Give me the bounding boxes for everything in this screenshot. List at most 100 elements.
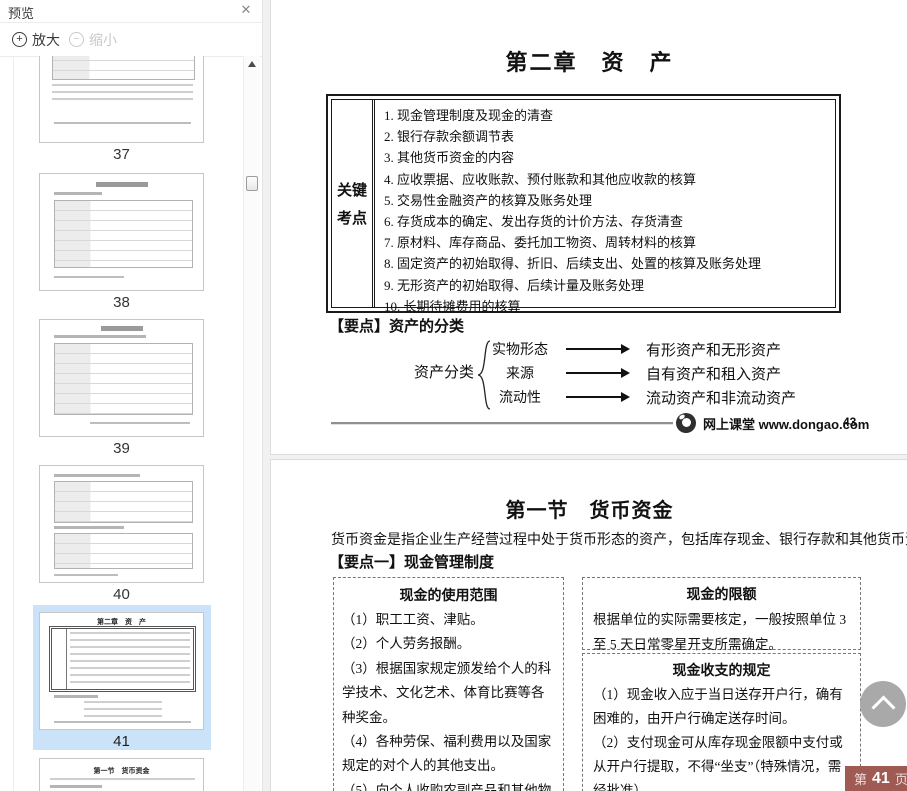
- thumbnail-page-37[interactable]: 37: [39, 56, 204, 163]
- cash-rules-box: 现金收支的规定 （1）现金收入应于当日送存开户行，确有困难的，由开户行确定送存时…: [582, 653, 861, 791]
- branch-result: 有形资产和无形资产: [646, 342, 782, 359]
- cash-usage-box: 现金的使用范围 （1）职工工资、津贴。 （2）个人劳务报酬。 （3）根据国家规定…: [333, 577, 564, 791]
- keypoint-item: 5. 交易性金融资产的核算及账务处理: [384, 192, 593, 208]
- keypoint-item: 6. 存货成本的确定、发出存货的计价方法、存货清查: [384, 214, 684, 230]
- thumbnail-list: 37 38 39 40 第二章 资 产 41 第一节 货币资金: [0, 56, 242, 791]
- thumbnail-image: 第二章 资 产: [39, 612, 204, 730]
- keypoints-label-line2: 考点: [336, 211, 367, 227]
- zoom-in-button[interactable]: 放大: [12, 30, 60, 50]
- thumbnail-page-42[interactable]: 第一节 货币资金: [39, 758, 204, 791]
- sketch-footer: [54, 574, 118, 576]
- sketch-bar: [54, 526, 124, 529]
- document-page-44: 第一节 货币资金 货币资金是指企业生产经营过程中处于货币形态的资产，包括库存现金…: [270, 459, 907, 791]
- section-title: 第一节 货币资金: [505, 500, 674, 522]
- mini-box-cell: [52, 629, 67, 689]
- zoom-out-button[interactable]: 缩小: [69, 30, 117, 50]
- thumbnail-image: 第一节 货币资金: [39, 758, 204, 791]
- cash-usage-item: （2）个人劳务报酬。: [342, 636, 471, 652]
- keypoints-box-inner: 关键 考点 1. 现金管理制度及现金的清查 2. 银行存款余额调节表 3. 其他…: [331, 99, 836, 314]
- keypoint-item: 2. 银行存款余额调节表: [384, 129, 515, 145]
- thumbnail-page-39[interactable]: 39: [39, 319, 204, 457]
- sketch-footer: [54, 122, 191, 124]
- scrollbar-thumb[interactable]: [246, 176, 258, 191]
- cash-management-heading: 【要点一】现金管理制度: [329, 554, 495, 571]
- cash-limit-text: 根据单位的实际需要核定，一般按照单位 3 至 5 天日常零星开支所需确定。: [593, 612, 847, 652]
- sketch-lines: [52, 84, 193, 102]
- branch-label: 流动性: [499, 391, 541, 406]
- cash-rules-item: （1）现金收入应于当日送存开户行，确有困难的，由开户行确定送存时间。: [593, 687, 843, 726]
- keypoint-item: 9. 无形资产的初始取得、后续计量及账务处理: [384, 277, 645, 293]
- app-window: { "panel": { "title": "预览", "toolbar": {…: [0, 0, 907, 791]
- keypoint-item: 8. 固定资产的初始取得、折旧、后续支出、处置的核算及账务处理: [384, 256, 762, 272]
- keypoints-box: 关键 考点 1. 现金管理制度及现金的清查 2. 银行存款余额调节表 3. 其他…: [326, 94, 841, 314]
- sketch-bar: [54, 192, 102, 195]
- sketch-table: [52, 56, 195, 80]
- close-icon[interactable]: ✕: [238, 2, 254, 18]
- sketch-footer: [90, 422, 190, 424]
- chevron-up-icon: [871, 695, 896, 720]
- footer-rule: [331, 422, 673, 425]
- mini-chapter-title: 第二章 资 产: [97, 618, 146, 626]
- document-page-43: 第二章 资 产 关键 考点 1. 现金管理制度及现金的清查 2. 银行存款余额调…: [270, 0, 907, 455]
- cash-rules-title: 现金收支的规定: [672, 664, 771, 679]
- arrow-right-icon: [566, 368, 630, 378]
- cash-usage-item: （3）根据国家规定颁发给个人的科学技术、文化艺术、体育比赛等各种奖金。: [342, 660, 552, 725]
- mini-keypoints-box: [49, 626, 196, 692]
- thumbnail-page-number: 38: [113, 294, 130, 311]
- scrollbar-up-icon[interactable]: [248, 61, 256, 67]
- thumbnail-page-number: 37: [113, 146, 130, 163]
- sketch-table: [54, 481, 193, 523]
- thumbnail-scrollbar[interactable]: [243, 56, 260, 791]
- sketch-table: [54, 533, 193, 569]
- section-intro: 货币资金是指企业生产经营过程中处于货币形态的资产，包括库存现金、银行存款和其他货…: [331, 533, 907, 548]
- mini-section-title: 第一节 货币资金: [93, 767, 150, 775]
- chapter-title: 第二章 资 产: [505, 50, 674, 75]
- cash-limit-title: 现金的限额: [686, 588, 757, 603]
- branch-label: 来源: [506, 367, 534, 382]
- page-indicator-prefix: 第: [854, 772, 868, 787]
- diagram-branch: 流动性 流动资产和非流动资产: [484, 385, 796, 409]
- dongao-logo-icon: [676, 413, 696, 433]
- branch-result: 流动资产和非流动资产: [646, 390, 797, 407]
- page-indicator-number: 41: [872, 769, 890, 787]
- diagram-branch: 来源 自有资产和租入资产: [484, 361, 781, 385]
- page-footer: 网上课堂 www.dongao.com 43: [331, 411, 907, 437]
- keypoint-item: 10. 长期待摊费用的核算: [384, 298, 521, 314]
- thumbnail-page-41[interactable]: 第二章 资 产 41: [39, 612, 204, 750]
- keypoints-list: 1. 现金管理制度及现金的清查 2. 银行存款余额调节表 3. 其他货币资金的内…: [375, 100, 835, 314]
- preview-panel: 预览 ✕ 放大 缩小 37: [0, 0, 263, 791]
- diagram-branch: 实物形态 有形资产和无形资产: [484, 337, 781, 361]
- keypoint-item: 4. 应收票据、应收账款、预付账款和其他应收款的核算: [384, 171, 697, 187]
- cash-limit-box: 现金的限额 根据单位的实际需要核定，一般按照单位 3 至 5 天日常零星开支所需…: [582, 577, 861, 652]
- sketch-title: [95, 182, 148, 187]
- sketch-bar: [54, 335, 146, 338]
- cash-usage-item: （4）各种劳保、福利费用以及国家规定的对个人的其他支出。: [342, 734, 552, 774]
- thumbnail-page-number: 40: [113, 586, 130, 603]
- document-view: 第二章 资 产 关键 考点 1. 现金管理制度及现金的清查 2. 银行存款余额调…: [263, 0, 907, 791]
- preview-panel-header: 预览 ✕: [0, 0, 262, 23]
- keypoint-item: 7. 原材料、库存商品、委托加工物资、周转材料的核算: [384, 235, 697, 251]
- zoom-out-label: 缩小: [89, 31, 117, 48]
- branch-result: 自有资产和租入资产: [646, 366, 782, 383]
- thumbnail-image: [39, 173, 204, 291]
- sketch-bar: [50, 785, 102, 788]
- page-indicator-suffix: 页: [894, 772, 907, 787]
- cash-usage-item: （1）职工工资、津贴。: [342, 612, 484, 627]
- cash-rules-item: （2）支付现金可从库存现金限额中支付或从开户行提取，不得“坐支”（特殊情况，需经…: [593, 735, 843, 791]
- sketch-footer: [54, 721, 191, 723]
- zoom-in-icon: [12, 32, 27, 47]
- keypoints-label-line1: 关键: [336, 183, 367, 199]
- sketch-table: [54, 200, 193, 268]
- footer-page-number: 43: [843, 415, 857, 429]
- cash-usage-item: （5）向个人收购农副产品和其他物资的价款。: [342, 782, 552, 791]
- page-indicator: 第 41 页: [845, 766, 907, 791]
- branch-label: 实物形态: [492, 343, 548, 358]
- thumbnail-page-38[interactable]: 38: [39, 173, 204, 311]
- diagram-root-label: 资产分类: [414, 365, 475, 381]
- asset-classification-diagram: 资产分类 实物形态 有形资产和无形资产 来源 自有资产和租入资产 流动性 流动资…: [414, 337, 894, 413]
- sketch-title: [100, 326, 143, 331]
- sketch-diagram: [84, 701, 162, 717]
- scroll-to-top-button[interactable]: [860, 681, 906, 727]
- preview-toolbar: 放大 缩小: [0, 23, 262, 57]
- thumbnail-page-40[interactable]: 40: [39, 465, 204, 603]
